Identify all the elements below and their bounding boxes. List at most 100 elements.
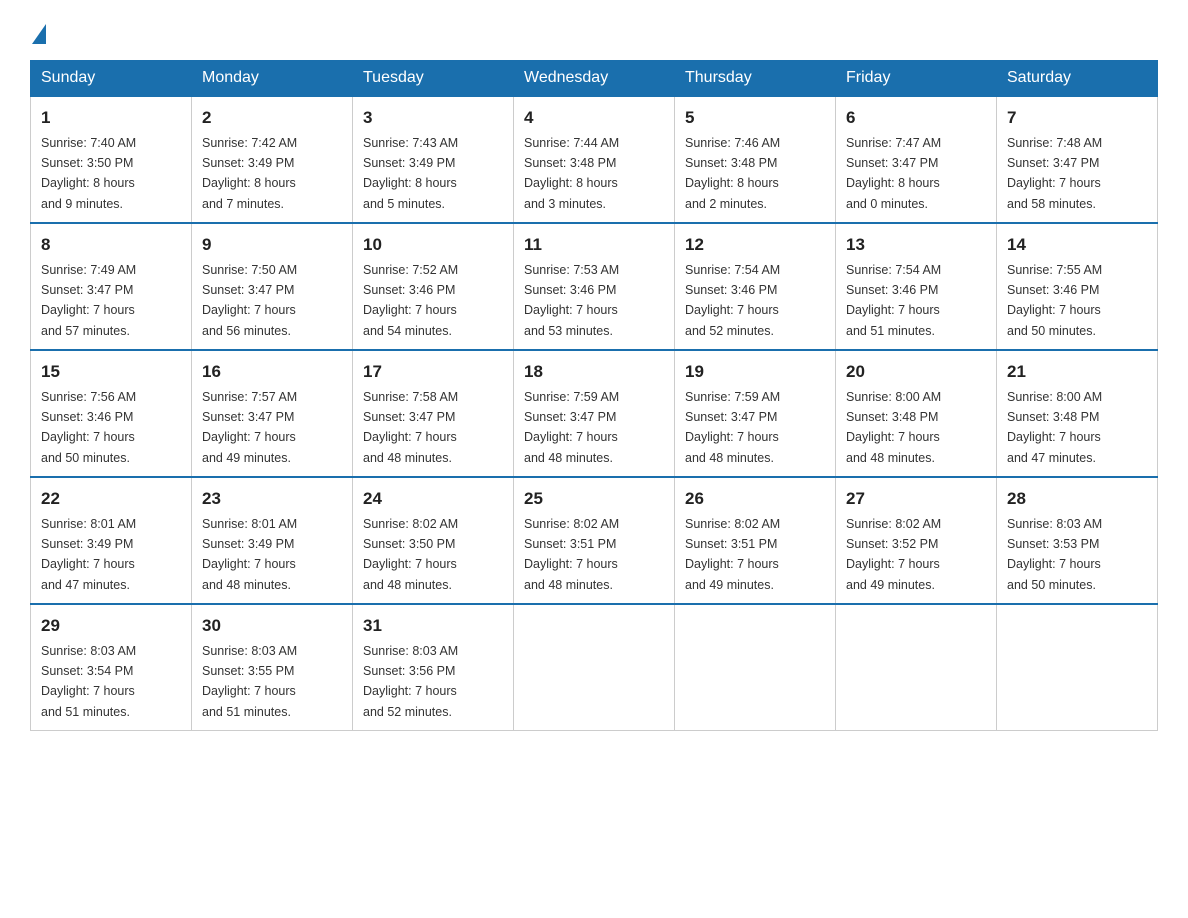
day-info: Sunrise: 7:43 AMSunset: 3:49 PMDaylight:… [363,136,458,211]
day-number: 5 [685,105,825,131]
day-number: 24 [363,486,503,512]
day-info: Sunrise: 7:44 AMSunset: 3:48 PMDaylight:… [524,136,619,211]
calendar-cell: 11Sunrise: 7:53 AMSunset: 3:46 PMDayligh… [514,223,675,350]
day-number: 29 [41,613,181,639]
day-number: 1 [41,105,181,131]
day-info: Sunrise: 7:58 AMSunset: 3:47 PMDaylight:… [363,390,458,465]
calendar-cell: 14 Sunrise: 7:55 AMSunset: 3:46 PMDayligh… [997,223,1158,350]
calendar-cell [514,604,675,731]
day-number: 8 [41,232,181,258]
day-info: Sunrise: 7:46 AMSunset: 3:48 PMDaylight:… [685,136,780,211]
calendar-week-row: 22 Sunrise: 8:01 AMSunset: 3:49 PMDayligh… [31,477,1158,604]
day-info: Sunrise: 8:02 AMSunset: 3:50 PMDaylight:… [363,517,458,592]
calendar-cell: 1 Sunrise: 7:40 AMSunset: 3:50 PMDaylight… [31,96,192,223]
calendar-cell: 10 Sunrise: 7:52 AMSunset: 3:46 PMDayligh… [353,223,514,350]
calendar-cell: 16 Sunrise: 7:57 AMSunset: 3:47 PMDayligh… [192,350,353,477]
calendar-cell: 31 Sunrise: 8:03 AMSunset: 3:56 PMDayligh… [353,604,514,731]
calendar-cell: 29 Sunrise: 8:03 AMSunset: 3:54 PMDayligh… [31,604,192,731]
calendar-week-row: 15 Sunrise: 7:56 AMSunset: 3:46 PMDayligh… [31,350,1158,477]
day-info: Sunrise: 8:03 AMSunset: 3:54 PMDaylight:… [41,644,136,719]
day-number: 26 [685,486,825,512]
day-number: 11 [524,232,664,258]
day-number: 23 [202,486,342,512]
day-info: Sunrise: 7:56 AMSunset: 3:46 PMDaylight:… [41,390,136,465]
day-info: Sunrise: 8:03 AMSunset: 3:53 PMDaylight:… [1007,517,1102,592]
calendar-cell: 21 Sunrise: 8:00 AMSunset: 3:48 PMDayligh… [997,350,1158,477]
day-number: 21 [1007,359,1147,385]
calendar-cell: 9 Sunrise: 7:50 AMSunset: 3:47 PMDaylight… [192,223,353,350]
calendar-cell [675,604,836,731]
calendar-cell: 24 Sunrise: 8:02 AMSunset: 3:50 PMDayligh… [353,477,514,604]
page-header [30,20,1158,44]
calendar-table: SundayMondayTuesdayWednesdayThursdayFrid… [30,60,1158,731]
day-info: Sunrise: 8:01 AMSunset: 3:49 PMDaylight:… [202,517,297,592]
calendar-cell: 19Sunrise: 7:59 AMSunset: 3:47 PMDayligh… [675,350,836,477]
col-header-friday: Friday [836,61,997,97]
day-info: Sunrise: 8:00 AMSunset: 3:48 PMDaylight:… [1007,390,1102,465]
calendar-cell: 12 Sunrise: 7:54 AMSunset: 3:46 PMDayligh… [675,223,836,350]
calendar-cell: 20 Sunrise: 8:00 AMSunset: 3:48 PMDayligh… [836,350,997,477]
calendar-header-row: SundayMondayTuesdayWednesdayThursdayFrid… [31,61,1158,97]
calendar-cell: 2 Sunrise: 7:42 AMSunset: 3:49 PMDaylight… [192,96,353,223]
day-info: Sunrise: 8:03 AMSunset: 3:56 PMDaylight:… [363,644,458,719]
day-number: 28 [1007,486,1147,512]
day-number: 2 [202,105,342,131]
day-number: 4 [524,105,664,131]
day-info: Sunrise: 8:00 AMSunset: 3:48 PMDaylight:… [846,390,941,465]
day-number: 9 [202,232,342,258]
calendar-cell: 4 Sunrise: 7:44 AMSunset: 3:48 PMDaylight… [514,96,675,223]
day-number: 15 [41,359,181,385]
day-info: Sunrise: 7:48 AMSunset: 3:47 PMDaylight:… [1007,136,1102,211]
day-number: 25 [524,486,664,512]
calendar-cell [997,604,1158,731]
calendar-cell: 7Sunrise: 7:48 AMSunset: 3:47 PMDaylight… [997,96,1158,223]
day-number: 30 [202,613,342,639]
day-info: Sunrise: 8:03 AMSunset: 3:55 PMDaylight:… [202,644,297,719]
day-info: Sunrise: 8:01 AMSunset: 3:49 PMDaylight:… [41,517,136,592]
calendar-cell: 8 Sunrise: 7:49 AMSunset: 3:47 PMDaylight… [31,223,192,350]
day-info: Sunrise: 7:47 AMSunset: 3:47 PMDaylight:… [846,136,941,211]
day-info: Sunrise: 8:02 AMSunset: 3:52 PMDaylight:… [846,517,941,592]
day-info: Sunrise: 7:54 AMSunset: 3:46 PMDaylight:… [846,263,941,338]
day-number: 6 [846,105,986,131]
calendar-week-row: 1 Sunrise: 7:40 AMSunset: 3:50 PMDaylight… [31,96,1158,223]
day-info: Sunrise: 7:40 AMSunset: 3:50 PMDaylight:… [41,136,136,211]
calendar-cell: 6 Sunrise: 7:47 AMSunset: 3:47 PMDaylight… [836,96,997,223]
day-number: 19 [685,359,825,385]
logo [30,20,46,44]
logo-triangle-icon [32,24,46,44]
calendar-cell: 28 Sunrise: 8:03 AMSunset: 3:53 PMDayligh… [997,477,1158,604]
day-info: Sunrise: 7:57 AMSunset: 3:47 PMDaylight:… [202,390,297,465]
col-header-thursday: Thursday [675,61,836,97]
day-number: 10 [363,232,503,258]
day-info: Sunrise: 8:02 AMSunset: 3:51 PMDaylight:… [524,517,619,592]
calendar-cell [836,604,997,731]
day-info: Sunrise: 7:52 AMSunset: 3:46 PMDaylight:… [363,263,458,338]
day-number: 13 [846,232,986,258]
day-number: 14 [1007,232,1147,258]
col-header-saturday: Saturday [997,61,1158,97]
day-number: 16 [202,359,342,385]
calendar-cell: 22 Sunrise: 8:01 AMSunset: 3:49 PMDayligh… [31,477,192,604]
day-info: Sunrise: 7:50 AMSunset: 3:47 PMDaylight:… [202,263,297,338]
day-number: 12 [685,232,825,258]
day-number: 22 [41,486,181,512]
col-header-tuesday: Tuesday [353,61,514,97]
calendar-cell: 13 Sunrise: 7:54 AMSunset: 3:46 PMDayligh… [836,223,997,350]
calendar-cell: 15 Sunrise: 7:56 AMSunset: 3:46 PMDayligh… [31,350,192,477]
calendar-cell: 3 Sunrise: 7:43 AMSunset: 3:49 PMDaylight… [353,96,514,223]
day-info: Sunrise: 7:59 AMSunset: 3:47 PMDaylight:… [524,390,619,465]
day-number: 31 [363,613,503,639]
calendar-cell: 30 Sunrise: 8:03 AMSunset: 3:55 PMDayligh… [192,604,353,731]
day-info: Sunrise: 7:54 AMSunset: 3:46 PMDaylight:… [685,263,780,338]
day-number: 20 [846,359,986,385]
day-number: 17 [363,359,503,385]
day-number: 27 [846,486,986,512]
calendar-cell: 18 Sunrise: 7:59 AMSunset: 3:47 PMDayligh… [514,350,675,477]
day-info: Sunrise: 7:49 AMSunset: 3:47 PMDaylight:… [41,263,136,338]
day-info: Sunrise: 7:42 AMSunset: 3:49 PMDaylight:… [202,136,297,211]
day-info: Sunrise: 7:55 AMSunset: 3:46 PMDaylight:… [1007,263,1102,338]
day-info: Sunrise: 8:02 AMSunset: 3:51 PMDaylight:… [685,517,780,592]
day-number: 3 [363,105,503,131]
day-number: 18 [524,359,664,385]
